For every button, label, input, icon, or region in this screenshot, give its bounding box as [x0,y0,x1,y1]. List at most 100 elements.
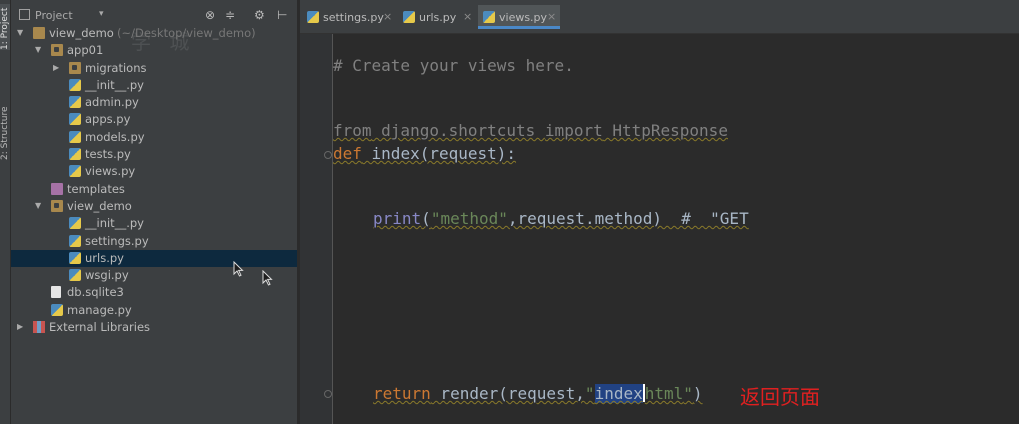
print-args-comment: ,request.method) # "GET [507,209,749,228]
hide-panel-icon[interactable]: ⊢ [277,8,287,22]
python-file-icon [69,269,81,282]
def-signature: index(request): [361,144,517,163]
expand-arrow-icon[interactable]: ▼ [35,45,45,54]
tree-item-label: app01 [67,43,104,58]
project-view-label: Project [35,9,73,22]
render-close-paren: ) [692,384,703,403]
folder-package-icon [51,44,63,57]
close-icon[interactable]: × [383,10,392,23]
folder-package-icon [69,61,81,74]
structure-tool-tab[interactable]: 2: Structure [0,96,10,161]
tree-item-label: apps.py [85,112,131,127]
code-line-print: print("method",request.method) # "GET [373,209,749,228]
chevron-down-icon[interactable]: ▾ [99,9,104,19]
python-file-icon [69,96,81,109]
print-string: "method" [430,209,508,228]
tree-item-label: manage.py [67,302,132,317]
project-view-selector[interactable]: Project [19,9,73,22]
tree-item[interactable]: __init__.py [11,77,297,94]
editor-tab-label: urls.py [419,11,457,24]
editor-tab-bar: settings.py × urls.py × views.py × [300,0,1019,34]
tree-item[interactable]: admin.py [11,94,297,111]
editor-tab[interactable]: settings.py × [302,5,396,29]
tree-item[interactable]: views.py [11,163,297,180]
tree-item[interactable]: ▼ view_demo (~/Desktop/view_demo) [11,25,297,42]
string-html: html [644,384,684,403]
print-builtin: print [373,209,422,228]
tree-item-label: templates [67,181,125,196]
tree-item[interactable]: ▶ migrations [11,60,297,77]
tree-item-label: views.py [85,164,136,179]
tree-item[interactable]: tests.py [11,146,297,163]
fold-marker-icon[interactable] [324,151,332,159]
import-name: HttpResponse [602,121,728,140]
project-tree: ▼ view_demo (~/Desktop/view_demo) ▼ app01 ▶ mi… [11,25,297,336]
editor-tab-label: settings.py [323,11,384,24]
code-line-comment: # Create your views here. [333,56,574,75]
print-paren: ( [421,209,431,228]
tree-item-label: wsgi.py [85,268,129,283]
project-tool-tab[interactable]: 1: Project [0,4,10,50]
tree-item-label: admin.py [85,95,139,110]
tree-item[interactable]: urls.py [11,249,297,268]
tree-item-label: External Libraries [49,320,151,335]
code-line-def: def index(request): [333,144,516,163]
code-line-import: from django.shortcuts import HttpRespons… [333,121,728,140]
close-icon[interactable]: × [547,10,556,23]
import-module: django.shortcuts [371,121,545,140]
editor-tab[interactable]: urls.py × [398,5,476,29]
selected-text[interactable]: index [594,384,643,403]
tree-item-path: (~/Desktop/view_demo) [117,26,256,40]
templates-folder-icon [51,182,63,195]
tree-item-label: view_demo [49,26,114,40]
file-icon [51,286,61,299]
render-call: render(request, [430,384,585,403]
python-file-icon [69,217,81,230]
tree-item-label: migrations [85,60,147,75]
library-icon [33,321,45,334]
tree-item[interactable]: ▼ app01 [11,42,297,59]
expand-arrow-icon[interactable]: ▼ [17,28,27,37]
tree-item[interactable]: db.sqlite3 [11,284,297,301]
editor-gutter [300,34,333,424]
import-keyword: import [544,121,603,140]
collapse-arrow-icon[interactable]: ▶ [53,63,63,72]
folder-icon [33,27,45,39]
fold-marker-icon[interactable] [324,390,332,398]
tree-item-label: __init__.py [85,216,144,231]
tree-item[interactable]: models.py [11,129,297,146]
project-icon [19,9,30,20]
editor-tab[interactable]: views.py × [478,5,560,29]
tree-item[interactable]: ▼ view_demo [11,198,297,215]
project-panel: Project ▾ ⊗ ≑ ⚙ ⊢ 学 城 ▼ view_demo (~/Deskt… [11,0,297,424]
tree-item-label: view_demo [67,198,132,213]
tree-item[interactable]: ▶ External Libraries [11,319,297,336]
tree-item[interactable]: settings.py [11,233,297,250]
tree-item-label: settings.py [85,233,149,248]
annotation-label: 返回页面 [740,385,820,409]
folder-package-icon [51,199,63,212]
collapse-arrow-icon[interactable]: ▶ [17,322,27,331]
def-keyword: def [333,144,362,163]
import-from-keyword: from [333,121,372,140]
tree-item[interactable]: templates [11,181,297,198]
python-file-icon [403,11,415,23]
close-icon[interactable]: × [463,10,472,23]
expand-arrow-icon[interactable]: ▼ [35,201,45,210]
python-file-icon [51,303,63,316]
string-quote: " [584,384,595,403]
python-file-icon [69,148,81,161]
code-line-return: return render(request,"index html") [373,384,703,403]
code-editor[interactable]: # Create your views here. from django.sh… [333,34,1019,424]
scroll-from-source-icon[interactable]: ≑ [225,8,235,22]
tree-item[interactable]: apps.py [11,111,297,128]
python-file-icon [307,11,319,23]
tree-item[interactable]: wsgi.py [11,267,297,284]
collapse-all-icon[interactable]: ⊗ [205,8,215,22]
return-keyword: return [373,384,431,403]
tree-item[interactable]: __init__.py [11,215,297,232]
python-file-icon [69,113,81,126]
tree-item[interactable]: manage.py [11,302,297,319]
gear-icon[interactable]: ⚙ [254,8,265,22]
tree-item-label: urls.py [85,250,124,265]
